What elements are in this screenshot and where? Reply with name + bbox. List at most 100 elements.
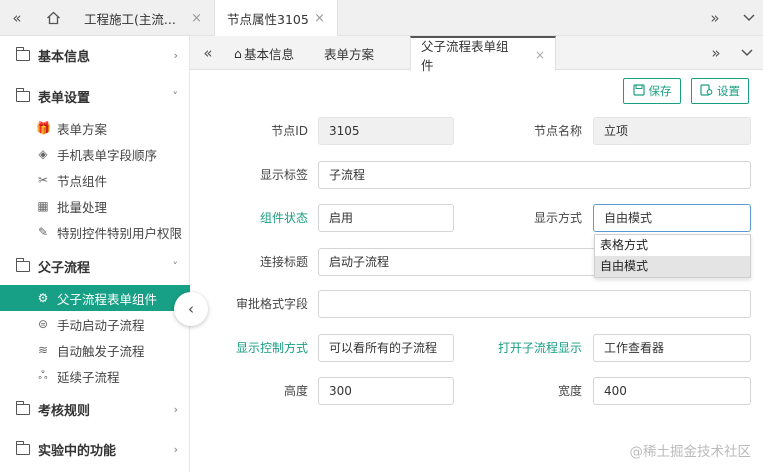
height-input[interactable]: 300	[318, 377, 454, 405]
sidebar-item-label: 批量处理	[57, 199, 108, 215]
sidebar-item-manual-start-subflow[interactable]: ⊜ 手动启动子流程	[0, 311, 190, 337]
connect-title-label: 连接标题	[259, 255, 308, 269]
dropdown-option-free-mode[interactable]: 自由模式	[595, 256, 750, 277]
sidebar-group-assessment-rules[interactable]: 考核规则 ›	[0, 393, 190, 425]
rss-icon: ≋	[37, 343, 49, 357]
sidebar-item-parent-child-form-component[interactable]: ⚙ 父子流程表单组件	[0, 285, 190, 311]
open-subflow-display-select[interactable]: 工作查看器	[593, 334, 751, 362]
home-icon: ⌂	[234, 45, 242, 61]
tab-label: 节点属性3105	[227, 12, 309, 27]
sidebar-item-label: 特别控件特别用户权限	[57, 225, 183, 241]
sidebar: 基本信息 › 表单设置 ˅ 🎁 表单方案 ◈ 手机表单字段顺序 ✂ 节点组件 ▦…	[0, 36, 190, 472]
sidebar-item-mobile-field-order[interactable]: ◈ 手机表单字段顺序	[0, 141, 190, 167]
sidebar-item-label: 手动启动子流程	[57, 317, 145, 333]
inner-tab-bar: « ⌂ 基本信息 表单方案 父子流程表单组件 × »	[190, 36, 763, 73]
settings-button[interactable]: 设置	[691, 78, 749, 104]
sidebar-group-label: 考核规则	[38, 403, 91, 419]
close-icon[interactable]: ×	[314, 11, 325, 26]
watermark: @稀土掘金技术社区	[629, 444, 752, 460]
layers-icon: ◈	[38, 147, 48, 161]
chevron-right-icon: ›	[173, 442, 178, 456]
double-chevron-left-icon[interactable]: «	[192, 36, 224, 70]
open-subflow-display-label[interactable]: 打开子流程显示	[492, 334, 582, 362]
height-label: 高度	[283, 384, 308, 398]
sidebar-group-label: 基本信息	[38, 49, 91, 65]
sidebar-item-label: 父子流程表单组件	[57, 291, 158, 307]
folder-icon	[15, 87, 30, 102]
sidebar-item-batch-processing[interactable]: ▦ 批量处理	[0, 193, 190, 219]
save-label: 保存	[648, 84, 672, 98]
tab-basic-info[interactable]: ⌂ 基本信息	[224, 36, 308, 70]
node-id-label: 节点ID	[271, 124, 308, 138]
close-icon[interactable]: ×	[535, 48, 545, 62]
dropdown-option-table-mode[interactable]: 表格方式	[595, 235, 750, 256]
sidebar-item-special-permissions[interactable]: ✎ 特别控件特别用户权限	[0, 219, 190, 245]
settings-label: 设置	[717, 84, 740, 98]
display-mode-select[interactable]: 自由模式	[593, 204, 751, 232]
chevron-down-icon[interactable]	[732, 0, 763, 36]
sidebar-item-label: 手机表单字段顺序	[57, 147, 158, 163]
sidebar-group-label: 表单设置	[38, 90, 91, 106]
chevron-left-icon: ‹	[188, 300, 194, 318]
tab-project-construction[interactable]: 工程施工(主流... ×	[72, 0, 214, 36]
folder-icon	[15, 46, 30, 61]
close-icon[interactable]: ×	[191, 11, 202, 26]
component-status-label[interactable]: 组件状态	[230, 204, 308, 232]
grid-icon: ▦	[37, 199, 49, 213]
tab-node-properties[interactable]: 节点属性3105 ×	[214, 0, 338, 37]
node-id-field: 3105	[318, 117, 454, 145]
sidebar-item-node-component[interactable]: ✂ 节点组件	[0, 167, 190, 193]
sidebar-item-auto-trigger-subflow[interactable]: ≋ 自动触发子流程	[0, 337, 190, 363]
home-icon[interactable]	[36, 0, 70, 36]
tab-form-scheme[interactable]: 表单方案	[314, 36, 394, 70]
tools-icon: ✂	[37, 173, 49, 187]
settings-icon	[700, 83, 713, 99]
sidebar-collapse-button[interactable]: ‹	[174, 292, 208, 326]
approval-field-input[interactable]	[318, 290, 751, 318]
display-tag-input[interactable]: 子流程	[318, 161, 751, 189]
save-button[interactable]: 保存	[623, 78, 681, 104]
chevron-right-icon: ›	[173, 48, 178, 62]
chevron-right-icon: ›	[173, 402, 178, 416]
gear-icon: ⚙	[37, 291, 49, 305]
folder-icon	[15, 440, 30, 455]
tab-label: 表单方案	[324, 46, 375, 62]
display-control-select[interactable]: 可以看所有的子流程	[318, 334, 454, 362]
width-input[interactable]: 400	[593, 377, 751, 405]
double-chevron-right-icon[interactable]: »	[698, 0, 732, 36]
tab-label: 工程施工(主流...	[84, 11, 176, 27]
display-mode-dropdown: 表格方式 自由模式	[594, 234, 751, 278]
sidebar-group-label: 父子流程	[38, 260, 91, 276]
top-tab-bar: « 工程施工(主流... × 节点属性3105 × »	[0, 0, 763, 37]
node-name-label: 节点名称	[533, 124, 582, 138]
approval-field-label: 审批格式字段	[235, 297, 308, 311]
component-status-select[interactable]: 启用	[318, 204, 454, 232]
chevron-down-icon[interactable]	[731, 36, 763, 70]
double-chevron-right-icon[interactable]: »	[700, 36, 732, 70]
circle-lines-icon: ⊜	[37, 317, 49, 331]
edit-icon: ✎	[37, 225, 49, 239]
display-tag-label: 显示标签	[259, 168, 308, 182]
display-control-label[interactable]: 显示控制方式	[220, 334, 308, 362]
folder-icon	[15, 400, 30, 415]
tab-label: 父子流程表单组件	[421, 38, 509, 73]
sidebar-group-basic-info[interactable]: 基本信息 ›	[0, 39, 190, 71]
cluster-icon: ஃ	[38, 368, 48, 382]
folder-icon	[15, 257, 30, 272]
sidebar-item-label: 表单方案	[57, 121, 108, 137]
sidebar-item-continue-subflow[interactable]: ஃ 延续子流程	[0, 363, 190, 389]
gift-icon: 🎁	[36, 121, 51, 135]
tab-parent-child-form-component[interactable]: 父子流程表单组件 ×	[410, 36, 556, 73]
save-icon	[632, 83, 645, 99]
sidebar-item-form-scheme[interactable]: 🎁 表单方案	[0, 115, 190, 141]
width-label: 宽度	[557, 384, 582, 398]
display-mode-label: 显示方式	[533, 211, 582, 225]
sidebar-group-form-settings[interactable]: 表单设置 ˅	[0, 80, 190, 112]
double-chevron-left-icon[interactable]: «	[0, 0, 34, 36]
chevron-down-icon: ˅	[172, 259, 179, 273]
sidebar-item-label: 节点组件	[57, 173, 108, 189]
chevron-down-icon: ˅	[172, 89, 179, 103]
sidebar-group-label: 实验中的功能	[38, 443, 117, 459]
sidebar-group-parent-child-flow[interactable]: 父子流程 ˅	[0, 250, 190, 282]
sidebar-group-experimental-features[interactable]: 实验中的功能 ›	[0, 433, 190, 465]
